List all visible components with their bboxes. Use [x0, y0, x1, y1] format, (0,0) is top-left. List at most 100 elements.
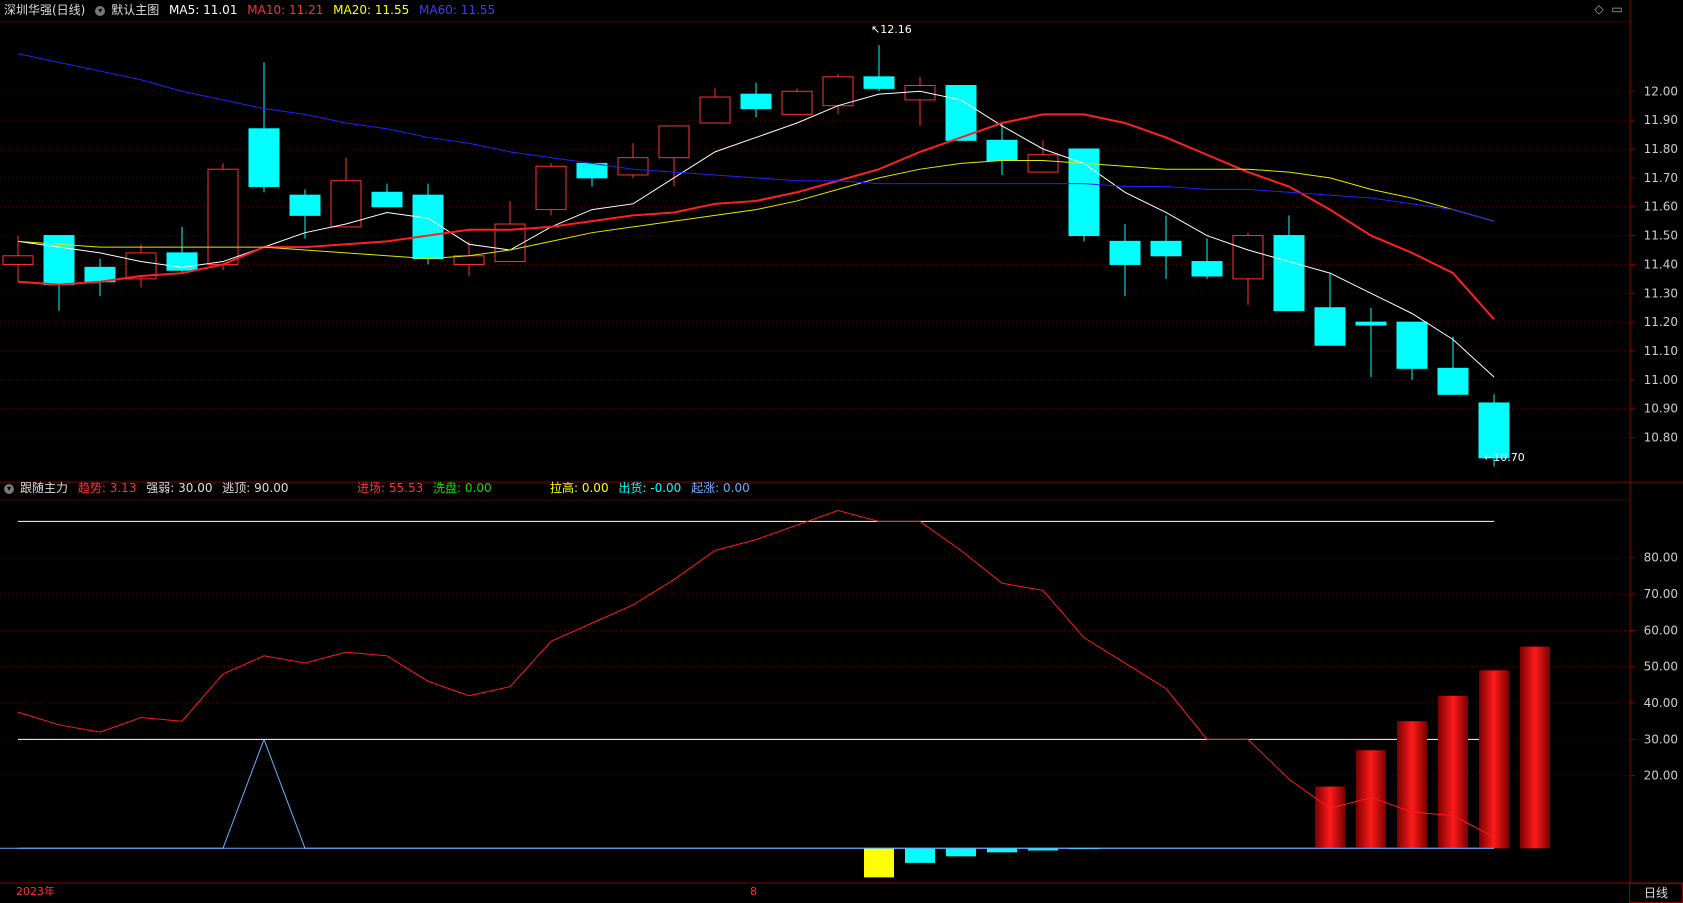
price-tick-label: 10.80 [1644, 431, 1678, 445]
indicator-tick-label: 30.00 [1644, 732, 1678, 746]
sub-reference-lines [0, 520, 1494, 849]
enter-label: 进场: 55.53 [357, 481, 424, 495]
wash-bar [946, 848, 976, 857]
indicator-tick-label: 60.00 [1644, 623, 1678, 637]
candle-up [453, 255, 485, 265]
window-icon[interactable]: ▭ [1611, 3, 1623, 15]
sub-collapse-icon[interactable]: ▾ [4, 483, 14, 494]
sub-grid [0, 557, 1630, 777]
candle-down [371, 191, 403, 208]
pull-label: 拉高: 0.00 [550, 481, 609, 495]
ma5-label: MA5: 11.01 [169, 3, 238, 17]
price-tick-label: 11.90 [1644, 113, 1678, 127]
candle-down [1150, 240, 1182, 257]
candle-down [1437, 367, 1469, 395]
kline-chart[interactable]: 12.00 11.90 11.80 11.70 11.60 11.50 11.40 11.30… [0, 0, 1683, 903]
candle-down [1109, 240, 1141, 265]
low-value: 10.70 [1493, 451, 1525, 464]
enter-bar [1520, 646, 1550, 849]
ship-label: 出货: -0.00 [618, 481, 682, 495]
indicator-tick-label: 50.00 [1644, 660, 1678, 674]
indicator-tick-label: 70.00 [1644, 587, 1678, 601]
diamond-icon[interactable]: ◇ [1593, 3, 1605, 15]
ma5-line [17, 90, 1495, 378]
candle-down [43, 235, 75, 286]
candle-down [1314, 307, 1346, 346]
rise-label: 起涨: 0.00 [691, 481, 750, 495]
enter-bar [1438, 695, 1468, 849]
price-tick-label: 11.70 [1644, 171, 1678, 185]
candle-down [289, 194, 321, 216]
stock-title: 深圳华强(日线) [4, 3, 86, 17]
price-tick-label: 11.40 [1644, 257, 1678, 271]
ma20-line [17, 160, 1495, 260]
low-annotation: ←10.70 [1484, 451, 1525, 464]
price-tick-label: 11.20 [1644, 315, 1678, 329]
main-mode[interactable]: 默认主图 [111, 3, 159, 17]
candle-down [248, 128, 280, 188]
period-button[interactable]: 日线 [1629, 883, 1683, 903]
month-label: 8 [750, 885, 757, 898]
candle-down [412, 194, 444, 260]
high-value: 12.16 [880, 23, 912, 36]
candle-up [207, 168, 239, 265]
candle-up [1027, 154, 1059, 173]
wash-label: 洗盘: 0.00 [433, 481, 492, 495]
wash-bar [864, 848, 894, 878]
candle-down [576, 162, 608, 179]
price-tick-label: 12.00 [1644, 84, 1678, 98]
candle-down [1478, 402, 1510, 459]
candle-up [781, 90, 813, 115]
rise-line [18, 737, 1494, 849]
indicator-tick-label: 80.00 [1644, 551, 1678, 565]
price-tick-label: 11.80 [1644, 142, 1678, 156]
candle-up [617, 157, 649, 176]
sub-header-mid: 进场: 55.53 洗盘: 0.00 [357, 478, 498, 498]
price-tick-label: 11.50 [1644, 229, 1678, 243]
enter-bar [1356, 750, 1386, 849]
enter-bar [1479, 670, 1509, 849]
candle-up [1232, 235, 1264, 280]
sub-y-axis: 80.00 70.00 60.00 50.00 40.00 30.00 20.00 [1630, 551, 1678, 783]
price-tick-label: 11.60 [1644, 200, 1678, 214]
enter-bar [1397, 721, 1427, 849]
ma60-label: MA60: 11.55 [419, 3, 496, 17]
price-tick-label: 11.00 [1644, 373, 1678, 387]
top-label: 逃顶: 90.00 [222, 481, 289, 495]
candle-down [1273, 235, 1305, 312]
ma20-label: MA20: 11.55 [333, 3, 410, 17]
wash-bar [987, 848, 1017, 853]
candle-up [2, 255, 34, 265]
candle-up [330, 180, 362, 228]
ma10-line [17, 113, 1495, 320]
sub-lines [17, 510, 1495, 849]
year-label: 2023年 [16, 885, 55, 898]
wash-bar [905, 848, 935, 863]
candle-down [1068, 148, 1100, 237]
candle-down [986, 139, 1018, 162]
indicator-tick-label: 40.00 [1644, 696, 1678, 710]
price-tick-label: 10.90 [1644, 402, 1678, 416]
high-annotation: ↖12.16 [871, 23, 912, 36]
trend-label: 趋势: 3.13 [77, 481, 137, 495]
indicator-title[interactable]: 跟随主力 [20, 481, 68, 495]
main-header: 深圳华强(日线) ▾ 默认主图 MA5: 11.01 MA10: 11.21 MA… [4, 0, 501, 20]
price-tick-label: 11.10 [1644, 344, 1678, 358]
candle-down [740, 93, 772, 110]
trend-line [17, 510, 1495, 838]
candle-down [863, 76, 895, 89]
collapse-icon[interactable]: ▾ [95, 5, 106, 16]
sub-header-right: 拉高: 0.00 出货: -0.00 起涨: 0.00 [550, 478, 756, 498]
candle-up [535, 165, 567, 211]
candlestick-series [2, 45, 1510, 467]
candle-down [1355, 321, 1387, 326]
candle-down [1396, 321, 1428, 369]
candle-up [699, 96, 731, 124]
indicator-tick-label: 20.00 [1644, 769, 1678, 783]
ma10-label: MA10: 11.21 [247, 3, 324, 17]
enter-bar [1315, 786, 1345, 849]
sub-bars [864, 646, 1550, 878]
candle-down [1191, 261, 1223, 277]
candle-up [658, 125, 690, 159]
strength-label: 强弱: 30.00 [146, 481, 213, 495]
